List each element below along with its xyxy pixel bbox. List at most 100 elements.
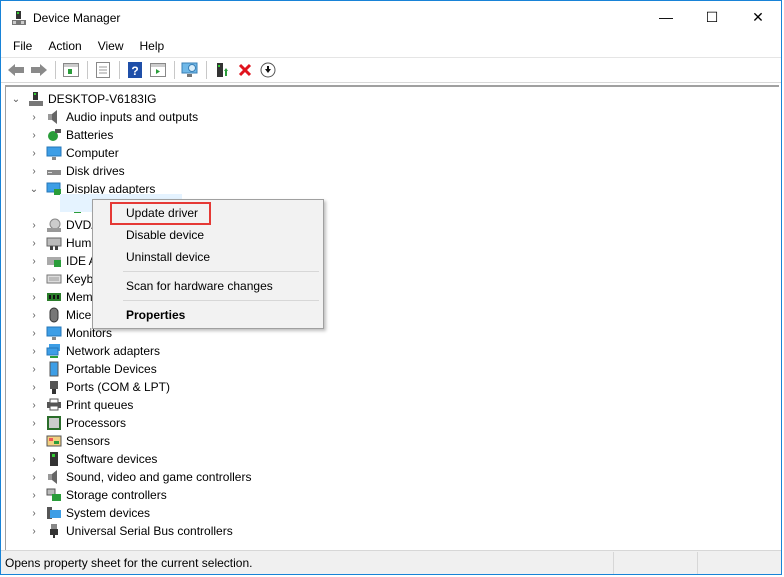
dvd-drive-icon [46, 217, 62, 233]
back-button[interactable] [5, 59, 27, 81]
menu-properties[interactable]: Properties [126, 305, 185, 325]
tree-item[interactable]: › Print queues [28, 396, 133, 414]
toolbar-separator [119, 61, 120, 79]
tree-item-label: Portable Devices [66, 362, 157, 376]
tree-item[interactable]: › Audio inputs and outputs [28, 108, 198, 126]
menu-help[interactable]: Help [132, 39, 173, 53]
scan-hardware-button[interactable] [179, 59, 201, 81]
menu-scan-hardware[interactable]: Scan for hardware changes [126, 276, 273, 296]
menu-action[interactable]: Action [40, 39, 89, 53]
tree-item[interactable]: › Mem [28, 288, 92, 306]
status-pane [613, 551, 697, 574]
properties-button[interactable] [92, 59, 114, 81]
tree-root[interactable]: ⌄ DESKTOP-V6183IG [10, 90, 157, 108]
chevron-right-icon[interactable]: › [28, 435, 40, 447]
show-action-pane-button[interactable] [147, 59, 169, 81]
speaker-icon [46, 469, 62, 485]
tree-item[interactable]: › Ports (COM & LPT) [28, 378, 170, 396]
chevron-down-icon[interactable]: ⌄ [10, 93, 22, 105]
monitor-icon [46, 325, 62, 341]
minimize-icon: — [659, 9, 673, 25]
chevron-right-icon[interactable]: › [28, 255, 40, 267]
maximize-button[interactable]: ☐ [689, 1, 735, 33]
minimize-button[interactable]: — [643, 1, 689, 33]
chevron-right-icon[interactable]: › [28, 237, 40, 249]
chevron-right-icon[interactable]: › [28, 525, 40, 537]
tree-item[interactable]: › System devices [28, 504, 150, 522]
menu-uninstall-device[interactable]: Uninstall device [126, 247, 210, 267]
forward-button[interactable] [28, 59, 50, 81]
chevron-right-icon[interactable]: › [28, 381, 40, 393]
tree-item-label: Keyb [66, 272, 94, 286]
menu-view[interactable]: View [90, 39, 132, 53]
chevron-right-icon[interactable]: › [28, 471, 40, 483]
properties-icon [96, 62, 110, 78]
tree-item[interactable]: › Software devices [28, 450, 157, 468]
toolbar-separator [206, 61, 207, 79]
menu-disable-device[interactable]: Disable device [126, 225, 204, 245]
tree-item[interactable]: › Sensors [28, 432, 110, 450]
memory-icon [46, 289, 62, 305]
tree-item[interactable]: › Batteries [28, 126, 113, 144]
tree-item[interactable]: › Hum [28, 234, 91, 252]
chevron-right-icon[interactable]: › [28, 453, 40, 465]
chevron-right-icon[interactable]: › [28, 129, 40, 141]
system-device-icon [46, 505, 62, 521]
toolbar-separator [174, 61, 175, 79]
show-hide-console-tree-button[interactable] [60, 59, 82, 81]
red-x-icon [238, 63, 252, 77]
close-icon: ✕ [752, 8, 764, 25]
uninstall-device-button[interactable] [234, 59, 256, 81]
chevron-right-icon[interactable]: › [28, 165, 40, 177]
tree-item[interactable]: › Keyb [28, 270, 93, 288]
tree-item[interactable]: › Sound, video and game controllers [28, 468, 251, 486]
help-button[interactable]: ? [124, 59, 146, 81]
chevron-right-icon[interactable]: › [28, 345, 40, 357]
chevron-right-icon[interactable]: › [28, 363, 40, 375]
chevron-right-icon[interactable]: › [28, 327, 40, 339]
tree-item[interactable]: › Processors [28, 414, 126, 432]
tree-item[interactable]: › Mice [28, 306, 91, 324]
chevron-right-icon[interactable]: › [28, 147, 40, 159]
chevron-right-icon[interactable]: › [28, 291, 40, 303]
menu-file[interactable]: File [5, 39, 40, 53]
tree-item[interactable]: › IDE A [28, 252, 96, 270]
chevron-right-icon[interactable]: › [28, 417, 40, 429]
tree-item-label: Print queues [66, 398, 134, 412]
tree-item[interactable]: › Disk drives [28, 162, 124, 180]
title-bar: Device Manager — ☐ ✕ [1, 1, 781, 35]
tree-item[interactable]: › Storage controllers [28, 486, 166, 504]
disable-device-button[interactable] [257, 59, 279, 81]
tree-item[interactable]: › Computer [28, 144, 119, 162]
down-arrow-circle-icon [260, 62, 276, 78]
tree-item-label: Ports (COM & LPT) [66, 380, 171, 394]
status-text: Opens property sheet for the current sel… [5, 555, 253, 570]
status-pane [697, 551, 781, 574]
status-bar: Opens property sheet for the current sel… [1, 550, 781, 574]
chevron-right-icon[interactable]: › [28, 507, 40, 519]
toolbar: ? [1, 57, 781, 83]
battery-icon [46, 127, 62, 143]
chevron-right-icon[interactable]: › [28, 219, 40, 231]
chevron-right-icon[interactable]: › [28, 489, 40, 501]
chevron-right-icon[interactable]: › [28, 309, 40, 321]
tree-item[interactable]: › Portable Devices [28, 360, 157, 378]
tree-item[interactable]: › Universal Serial Bus controllers [28, 522, 233, 540]
close-button[interactable]: ✕ [735, 1, 781, 33]
chevron-right-icon[interactable]: › [28, 111, 40, 123]
chevron-down-icon[interactable]: ⌄ [28, 183, 40, 195]
update-driver-icon [217, 63, 228, 77]
chevron-right-icon[interactable]: › [28, 399, 40, 411]
tree-item[interactable]: › DVD/ [28, 216, 95, 234]
update-driver-button[interactable] [211, 59, 233, 81]
window-title: Device Manager [33, 11, 121, 25]
chevron-right-icon[interactable]: › [28, 273, 40, 285]
software-device-icon [46, 451, 62, 467]
tree-item-label: Audio inputs and outputs [66, 110, 199, 124]
speaker-icon [46, 109, 62, 125]
printer-icon [46, 397, 62, 413]
tree-item-label: Network adapters [66, 344, 161, 358]
computer-root [28, 91, 44, 107]
keyboard-icon [46, 271, 62, 287]
tree-item[interactable]: › Network adapters [28, 342, 160, 360]
